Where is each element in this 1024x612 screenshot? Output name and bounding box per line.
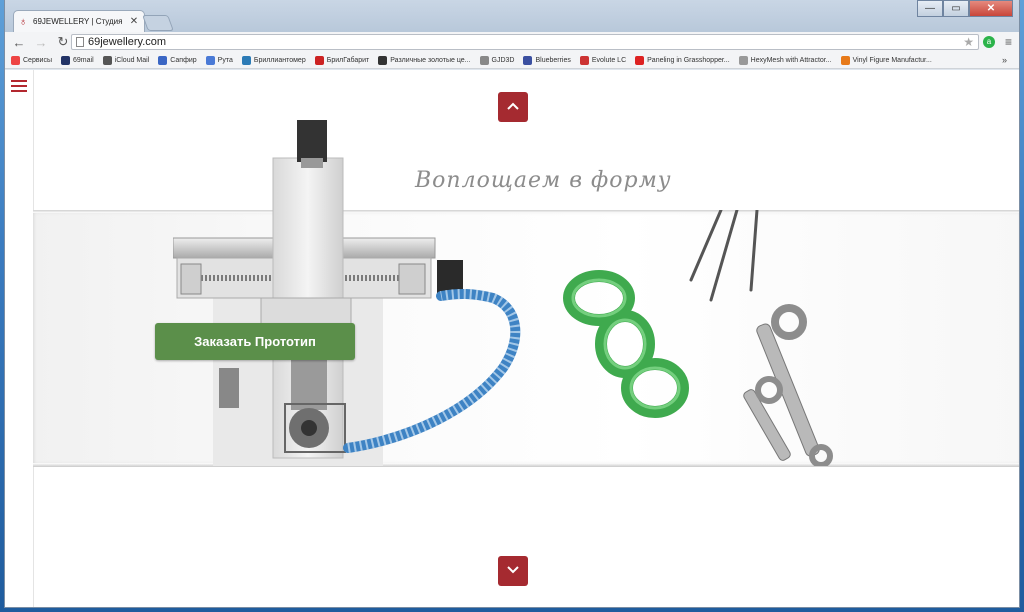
bookmark-label: Paneling in Grasshopper... <box>647 56 730 64</box>
tools-image <box>689 210 833 466</box>
page-icon <box>738 55 748 65</box>
left-rail <box>5 70 34 607</box>
bookmark-item[interactable]: Blueberries <box>523 55 571 65</box>
order-prototype-button[interactable]: Заказать Прототип <box>155 323 355 360</box>
vinyl-icon <box>840 55 850 65</box>
ring-favicon-icon: ♁ <box>19 15 28 28</box>
globe-icon <box>479 55 489 65</box>
address-bar[interactable]: 69jewellery.com ★ <box>71 34 979 50</box>
reload-icon[interactable]: ↻ <box>55 34 71 50</box>
new-tab-button[interactable] <box>142 15 174 31</box>
web-page: Воплощаем в форму Заказать Прототип <box>5 70 1019 607</box>
scroll-down-button[interactable] <box>498 556 528 586</box>
browser-menu-icon[interactable]: ≡ <box>1005 35 1012 49</box>
bookmark-label: БрилГабарит <box>326 56 370 64</box>
bookmarks-bar: Сервисы 69mail iCloud Mail Сапфир Рута Брилли… <box>5 52 1019 69</box>
bookmarks-overflow-icon[interactable]: » <box>1002 55 1007 65</box>
bookmark-label: HexyMesh with Attractor... <box>750 56 832 64</box>
bookmark-item[interactable]: GJD3D <box>479 55 515 65</box>
bookmark-item[interactable]: 69mail <box>61 55 94 65</box>
maximize-button[interactable]: ▭ <box>943 0 969 17</box>
photo-icon <box>378 55 388 65</box>
apple-icon <box>102 55 112 65</box>
chevron-up-icon <box>507 102 519 110</box>
bookmark-item[interactable]: Бриллиантомер <box>241 55 306 65</box>
s-icon <box>314 55 324 65</box>
close-window-button[interactable]: ✕ <box>969 0 1013 17</box>
bookmark-item[interactable]: HexyMesh with Attractor... <box>738 55 832 65</box>
bookmark-label: Рута <box>217 56 233 64</box>
bookmark-item[interactable]: Vinyl Figure Manufactur... <box>840 55 932 65</box>
bookmark-label: 69mail <box>73 56 94 64</box>
browser-tab[interactable]: ♁ 69JEWELLERY | Студия ювелир ✕ <box>13 10 145 32</box>
bookmark-item[interactable]: Paneling in Grasshopper... <box>635 55 730 65</box>
page-icon <box>76 37 84 47</box>
bookmark-item[interactable]: Evolute LC <box>579 55 627 65</box>
url-text[interactable]: 69jewellery.com <box>88 36 959 48</box>
bookmark-item[interactable]: iCloud Mail <box>102 55 150 65</box>
browser-window: ♁ 69JEWELLERY | Студия ювелир ✕ — ▭ ✕ ← … <box>4 0 1020 608</box>
apps-icon <box>11 55 20 65</box>
bookmark-item[interactable]: Различные золотые це... <box>378 55 471 65</box>
gem-icon <box>158 55 168 65</box>
bookmark-label: Evolute LC <box>591 56 627 64</box>
minimize-button[interactable]: — <box>917 0 943 17</box>
bookmark-star-icon[interactable]: ★ <box>963 35 974 49</box>
cnc-machine-image <box>173 120 521 466</box>
bookmark-label: iCloud Mail <box>114 56 150 64</box>
extension-icon[interactable]: a <box>983 36 995 48</box>
chevron-down-icon <box>507 566 519 574</box>
tab-title: 69JEWELLERY | Студия ювелир <box>33 17 125 26</box>
bookmark-label: GJD3D <box>491 56 515 64</box>
bookmark-label: Бриллиантомер <box>253 56 306 64</box>
bookmark-item[interactable]: Рута <box>205 55 233 65</box>
bookmark-item[interactable]: Сервисы <box>11 55 53 65</box>
diamond-icon <box>241 55 251 65</box>
title-bar: ♁ 69JEWELLERY | Студия ювелир ✕ — ▭ ✕ <box>5 0 1019 32</box>
bookmark-label: Blueberries <box>535 56 571 64</box>
youtube-icon <box>635 55 645 65</box>
bookmark-item[interactable]: БрилГабарит <box>314 55 370 65</box>
berry-icon <box>523 55 533 65</box>
evolute-icon <box>579 55 589 65</box>
bookmark-label: Различные золотые це... <box>390 56 471 64</box>
forward-arrow-icon[interactable]: → <box>33 35 49 50</box>
bookmark-label: Vinyl Figure Manufactur... <box>852 56 932 64</box>
tab-close-icon[interactable]: ✕ <box>129 16 139 27</box>
bookmark-label: Сервисы <box>23 56 53 64</box>
mail-icon <box>61 55 71 65</box>
bookmark-item[interactable]: Сапфир <box>158 55 197 65</box>
back-arrow-icon[interactable]: ← <box>11 35 27 50</box>
window-controls: — ▭ ✕ <box>917 0 1013 17</box>
browser-toolbar: ← → ↻ 69jewellery.com ★ a ≡ <box>5 32 1019 52</box>
loading-icon <box>205 55 215 65</box>
hamburger-menu-icon[interactable] <box>11 80 27 92</box>
bookmark-label: Сапфир <box>170 56 197 64</box>
